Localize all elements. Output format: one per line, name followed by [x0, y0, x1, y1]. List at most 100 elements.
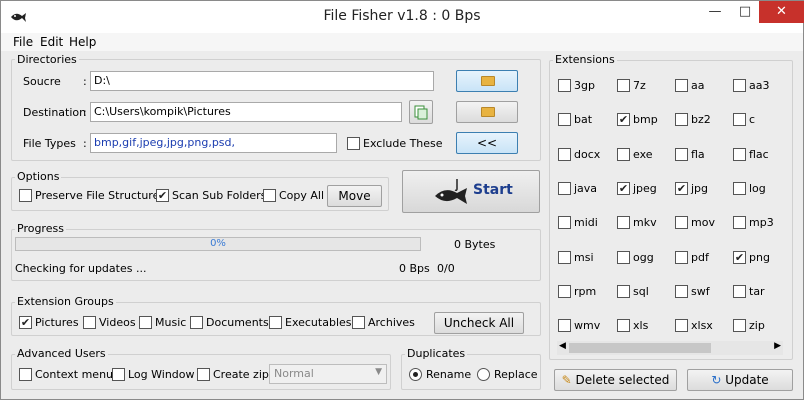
music-checkbox[interactable] [139, 316, 152, 329]
extensions-label: Extensions [553, 53, 617, 66]
menu-bar: File Edit Help [1, 33, 803, 51]
ext-checkbox-flac[interactable] [733, 148, 746, 161]
ext-checkbox-msi[interactable] [558, 251, 571, 264]
exclude-checkbox[interactable] [347, 137, 360, 150]
filetypes-input[interactable]: bmp,gif,jpeg,jpg,png,psd, [90, 133, 337, 153]
ext-checkbox-bat[interactable] [558, 113, 571, 126]
ext-checkbox-pdf[interactable] [675, 251, 688, 264]
chevron-down-icon: ▼ [375, 367, 382, 377]
ext-checkbox-jpeg[interactable] [617, 182, 630, 195]
ext-label-ogg: ogg [633, 251, 654, 264]
progress-percent: 0% [210, 238, 226, 249]
ext-checkbox-c[interactable] [733, 113, 746, 126]
update-label: Update [725, 373, 769, 387]
ext-checkbox-bmp[interactable] [617, 113, 630, 126]
ext-checkbox-mkv[interactable] [617, 216, 630, 229]
scan-subfolders-checkbox[interactable] [156, 189, 169, 202]
source-browse-button[interactable] [456, 70, 518, 92]
menu-help[interactable]: Help [69, 35, 96, 49]
ext-label-docx: docx [574, 148, 601, 161]
ext-checkbox-mp3[interactable] [733, 216, 746, 229]
filetypes-label: File Types [23, 137, 76, 150]
ext-checkbox-jpg[interactable] [675, 182, 688, 195]
ext-checkbox-xlsx[interactable] [675, 319, 688, 332]
ext-checkbox-exe[interactable] [617, 148, 630, 161]
menu-edit[interactable]: Edit [40, 35, 63, 49]
ext-checkbox-fla[interactable] [675, 148, 688, 161]
ext-checkbox-7z[interactable] [617, 79, 630, 92]
copy-all-checkbox[interactable] [263, 189, 276, 202]
destination-browse-button[interactable] [456, 101, 518, 123]
destination-input[interactable]: C:\Users\kompik\Pictures [90, 102, 402, 122]
colon: : [83, 75, 87, 88]
ext-checkbox-3gp[interactable] [558, 79, 571, 92]
ext-checkbox-aa3[interactable] [733, 79, 746, 92]
ext-checkbox-midi[interactable] [558, 216, 571, 229]
refresh-icon: ↻ [711, 373, 722, 387]
rename-label: Rename [426, 368, 472, 381]
source-input[interactable]: D:\ [90, 71, 434, 91]
ext-label-xlsx: xlsx [691, 319, 713, 332]
extensions-scrollbar[interactable]: ◀ ▶ [557, 341, 783, 355]
videos-label: Videos [99, 316, 136, 329]
start-button[interactable]: Start [402, 170, 540, 213]
maximize-button[interactable]: □ [731, 1, 759, 23]
uncheck-all-button[interactable]: Uncheck All [434, 312, 524, 334]
ext-label-swf: swf [691, 285, 710, 298]
ext-checkbox-png[interactable] [733, 251, 746, 264]
ext-label-bat: bat [574, 113, 593, 126]
delete-selected-button[interactable]: ✎ Delete selected [554, 369, 677, 391]
ext-checkbox-sql[interactable] [617, 285, 630, 298]
copy-folder-icon [414, 105, 428, 120]
documents-checkbox[interactable] [190, 316, 203, 329]
menu-file[interactable]: File [13, 35, 33, 49]
broom-icon: ✎ [561, 373, 572, 387]
ext-checkbox-tar[interactable] [733, 285, 746, 298]
preserve-structure-checkbox[interactable] [19, 189, 32, 202]
rename-radio[interactable] [409, 368, 422, 381]
ext-checkbox-aa[interactable] [675, 79, 688, 92]
start-label: Start [473, 182, 513, 198]
ext-checkbox-ogg[interactable] [617, 251, 630, 264]
close-button[interactable]: ✕ [759, 1, 804, 23]
ext-checkbox-mov[interactable] [675, 216, 688, 229]
extensions-group [549, 60, 793, 360]
videos-checkbox[interactable] [83, 316, 96, 329]
pictures-checkbox[interactable] [19, 316, 32, 329]
ext-checkbox-rpm[interactable] [558, 285, 571, 298]
ext-checkbox-xls[interactable] [617, 319, 630, 332]
update-button[interactable]: ↻ Update [687, 369, 793, 391]
ext-checkbox-bz2[interactable] [675, 113, 688, 126]
executables-checkbox[interactable] [269, 316, 282, 329]
ext-label-mkv: mkv [633, 216, 657, 229]
compression-select-value: Normal [274, 367, 314, 380]
minimize-button[interactable]: — [701, 1, 729, 23]
scroll-thumb[interactable] [569, 343, 711, 353]
destination-open-button[interactable] [409, 100, 433, 124]
ext-checkbox-log[interactable] [733, 182, 746, 195]
ext-label-zip: zip [749, 319, 765, 332]
ext-label-midi: midi [574, 216, 598, 229]
archives-label: Archives [368, 316, 415, 329]
ext-label-mov: mov [691, 216, 715, 229]
ext-checkbox-swf[interactable] [675, 285, 688, 298]
ext-label-c: c [749, 113, 756, 126]
ext-checkbox-docx[interactable] [558, 148, 571, 161]
ext-checkbox-zip[interactable] [733, 319, 746, 332]
status-text: Checking for updates ... [15, 262, 147, 275]
ext-checkbox-wmv[interactable] [558, 319, 571, 332]
compression-select[interactable]: Normal ▼ [269, 364, 387, 384]
move-button[interactable]: Move [327, 185, 382, 207]
ext-label-7z: 7z [633, 79, 646, 92]
collapse-button[interactable]: << [456, 132, 518, 154]
create-zip-checkbox[interactable] [197, 368, 210, 381]
scroll-right-icon[interactable]: ▶ [774, 341, 781, 351]
archives-checkbox[interactable] [352, 316, 365, 329]
log-window-checkbox[interactable] [112, 368, 125, 381]
ext-label-aa3: aa3 [749, 79, 770, 92]
ext-checkbox-java[interactable] [558, 182, 571, 195]
replace-radio[interactable] [477, 368, 490, 381]
scroll-left-icon[interactable]: ◀ [559, 341, 566, 351]
context-menu-checkbox[interactable] [19, 368, 32, 381]
advanced-label: Advanced Users [15, 347, 108, 360]
